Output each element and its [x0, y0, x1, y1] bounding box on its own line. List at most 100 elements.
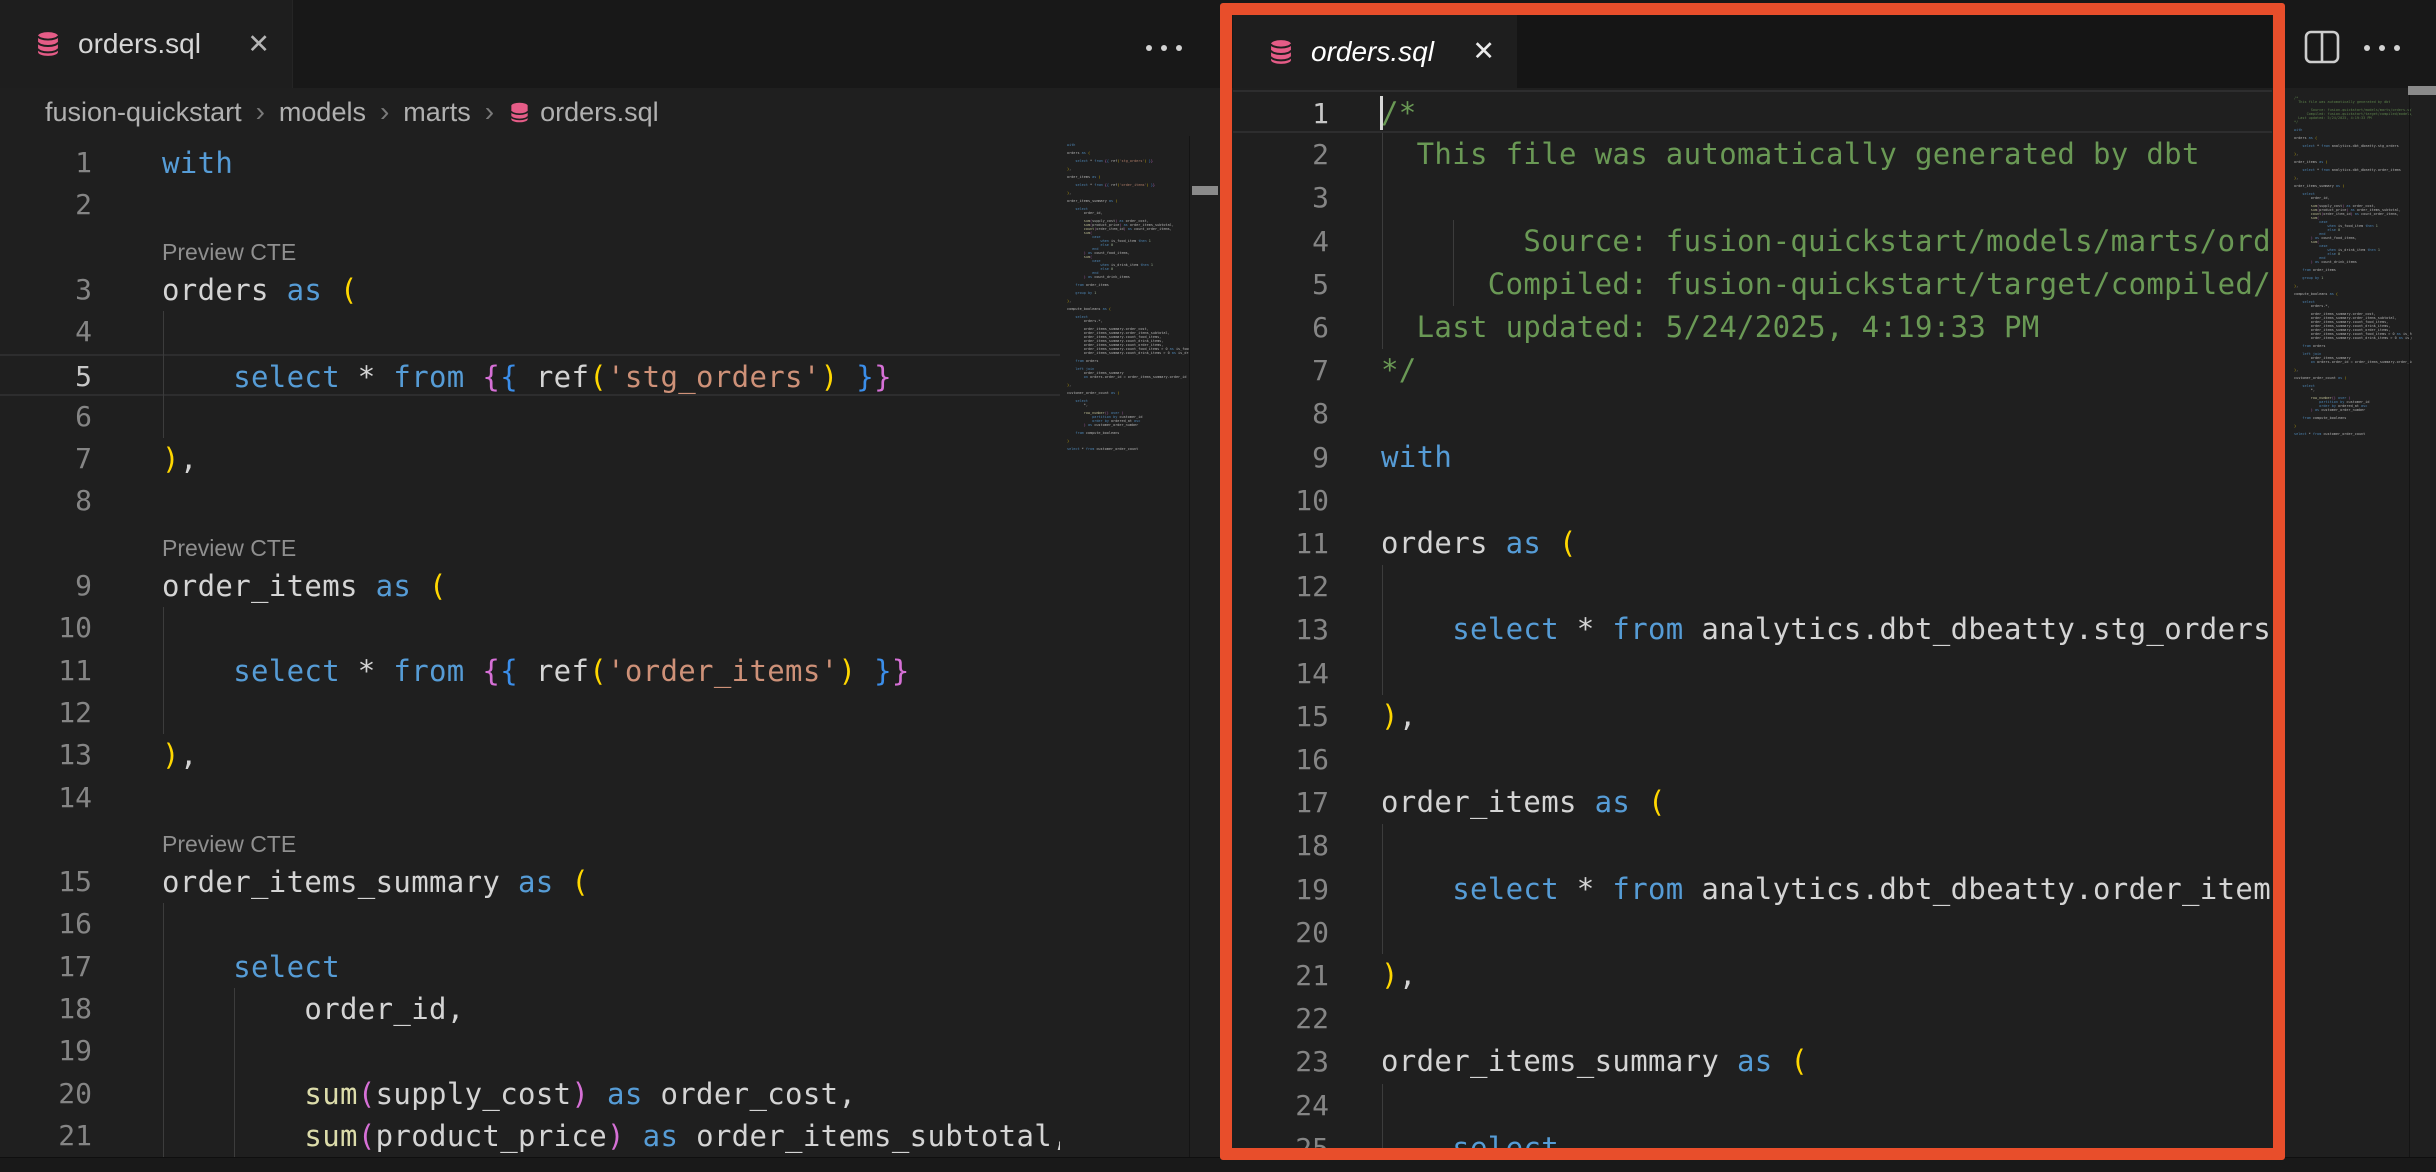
line-number: 7: [0, 438, 92, 480]
split-editor-icon[interactable]: [2302, 28, 2342, 66]
code-line[interactable]: 14: [0, 777, 1060, 819]
code-line[interactable]: 7),: [0, 438, 1060, 480]
line-number: 2: [1233, 133, 1329, 176]
code-line[interactable]: 12: [1233, 565, 2272, 608]
code-line[interactable]: 11orders as (: [1233, 522, 2272, 565]
code-line[interactable]: 9order_items as (: [0, 565, 1060, 607]
code-text: select * from analytics.dbt_dbeatty.orde…: [1381, 868, 2272, 911]
code-line[interactable]: 8: [1233, 392, 2272, 435]
indent-guide: [163, 311, 164, 438]
line-number: 13: [1233, 608, 1329, 651]
scrollbar-divider: [1189, 136, 1190, 1157]
code-line[interactable]: 2: [0, 184, 1060, 226]
scrollbar-divider: [2409, 88, 2410, 1162]
code-line[interactable]: 17 select: [0, 946, 1060, 988]
line-number: 16: [1233, 738, 1329, 781]
code-line[interactable]: 24: [1233, 1084, 2272, 1127]
minimap[interactable]: /* This file was automatically generated…: [2294, 96, 2412, 456]
line-number: 6: [1233, 306, 1329, 349]
code-line[interactable]: 4 Source: fusion-quickstart/models/marts…: [1233, 220, 2272, 263]
code-line[interactable]: 18 order_id,: [0, 988, 1060, 1030]
code-line[interactable]: 7*/: [1233, 349, 2272, 392]
code-line[interactable]: 12: [0, 692, 1060, 734]
close-icon[interactable]: ✕: [1472, 38, 1495, 65]
code-line[interactable]: 20: [1233, 911, 2272, 954]
code-line[interactable]: 21),: [1233, 954, 2272, 997]
database-icon: [1267, 38, 1295, 66]
breadcrumb-item-file[interactable]: orders.sql: [540, 97, 659, 128]
codelens-preview-cte[interactable]: Preview CTE: [0, 819, 1060, 861]
codelens-preview-cte[interactable]: Preview CTE: [0, 227, 1060, 269]
indent-guide: [1453, 220, 1454, 306]
code-line[interactable]: 6: [0, 396, 1060, 438]
codelens-preview-cte[interactable]: Preview CTE: [0, 523, 1060, 565]
line-number: 8: [1233, 392, 1329, 435]
code-line[interactable]: 14: [1233, 652, 2272, 695]
line-number: 24: [1233, 1084, 1329, 1127]
code-text: /*: [1381, 92, 1417, 131]
code-line[interactable]: 1with: [0, 142, 1060, 184]
code-line[interactable]: 9with: [1233, 436, 2272, 479]
breadcrumb-item-project[interactable]: fusion-quickstart: [45, 97, 242, 128]
code-line[interactable]: 20 sum(supply_cost) as order_cost,: [0, 1073, 1060, 1115]
code-text: select * from analytics.dbt_dbeatty.stg_…: [1381, 608, 2271, 651]
breadcrumb-separator: ›: [485, 96, 494, 128]
code-editor-source[interactable]: 1with2Preview CTE3orders as (45 select *…: [0, 136, 1060, 1157]
indent-guide: [163, 607, 164, 734]
code-line[interactable]: 13),: [0, 734, 1060, 776]
line-number: 12: [0, 692, 92, 734]
code-text: Last updated: 5/24/2025, 4:19:33 PM: [1381, 306, 2040, 349]
line-number: 9: [1233, 436, 1329, 479]
more-actions-icon[interactable]: [2364, 30, 2400, 66]
line-number: 11: [0, 650, 92, 692]
code-line[interactable]: 22: [1233, 997, 2272, 1040]
code-text: This file was automatically generated by…: [1381, 133, 2200, 176]
close-icon[interactable]: ✕: [247, 31, 270, 58]
code-line[interactable]: 18: [1233, 824, 2272, 867]
line-number: 8: [0, 480, 92, 522]
code-line[interactable]: 1/*: [1233, 90, 2272, 133]
line-number: 19: [0, 1030, 92, 1072]
code-line[interactable]: 3orders as (: [0, 269, 1060, 311]
code-line[interactable]: 25 select: [1233, 1127, 2272, 1149]
code-line[interactable]: 15),: [1233, 695, 2272, 738]
code-line[interactable]: 17order_items as (: [1233, 781, 2272, 824]
code-line[interactable]: 5 select * from {{ ref('stg_orders') }}: [0, 354, 1060, 396]
overview-ruler-cursor-mark: [1192, 186, 1218, 195]
code-line[interactable]: 23order_items_summary as (: [1233, 1040, 2272, 1083]
code-line[interactable]: 2 This file was automatically generated …: [1233, 133, 2272, 176]
tab-orders-sql-preview[interactable]: orders.sql ✕: [1233, 15, 1517, 88]
code-line[interactable]: 15order_items_summary as (: [0, 861, 1060, 903]
code-line[interactable]: 16: [1233, 738, 2272, 781]
text-cursor: [1380, 96, 1383, 130]
code-line[interactable]: 10: [1233, 479, 2272, 522]
breadcrumb-item-marts[interactable]: marts: [403, 97, 471, 128]
code-line[interactable]: 19: [0, 1030, 1060, 1072]
line-number: 19: [1233, 868, 1329, 911]
code-line[interactable]: 3: [1233, 176, 2272, 219]
line-number: 23: [1233, 1040, 1329, 1083]
code-line[interactable]: 6 Last updated: 5/24/2025, 4:19:33 PM: [1233, 306, 2272, 349]
breadcrumb-item-models[interactable]: models: [279, 97, 366, 128]
code-line[interactable]: 11 select * from {{ ref('order_items') }…: [0, 650, 1060, 692]
code-text: ),: [1381, 695, 1417, 738]
code-editor-compiled[interactable]: 1/*2 This file was automatically generat…: [1233, 88, 2272, 1149]
code-line[interactable]: 19 select * from analytics.dbt_dbeatty.o…: [1233, 868, 2272, 911]
code-line[interactable]: 8: [0, 480, 1060, 522]
code-line[interactable]: 16: [0, 903, 1060, 945]
line-number: 14: [0, 777, 92, 819]
tab-orders-sql-left[interactable]: orders.sql ✕: [0, 0, 293, 88]
code-line[interactable]: 4: [0, 311, 1060, 353]
indent-guide: [1382, 824, 1383, 954]
code-line[interactable]: 10: [0, 607, 1060, 649]
code-line[interactable]: 21 sum(product_price) as order_items_sub…: [0, 1115, 1060, 1157]
indent-guide: [1382, 133, 1383, 349]
code-line[interactable]: 5 Compiled: fusion-quickstart/target/com…: [1233, 263, 2272, 306]
more-actions-icon[interactable]: [1146, 30, 1182, 66]
line-number: 5: [1233, 263, 1329, 306]
code-line[interactable]: 13 select * from analytics.dbt_dbeatty.s…: [1233, 608, 2272, 651]
line-number: 25: [1233, 1127, 1329, 1149]
line-number: 2: [0, 184, 92, 226]
minimap[interactable]: withorders as ( select * from {{ ref('st…: [1067, 143, 1190, 463]
line-number: 1: [0, 142, 92, 184]
